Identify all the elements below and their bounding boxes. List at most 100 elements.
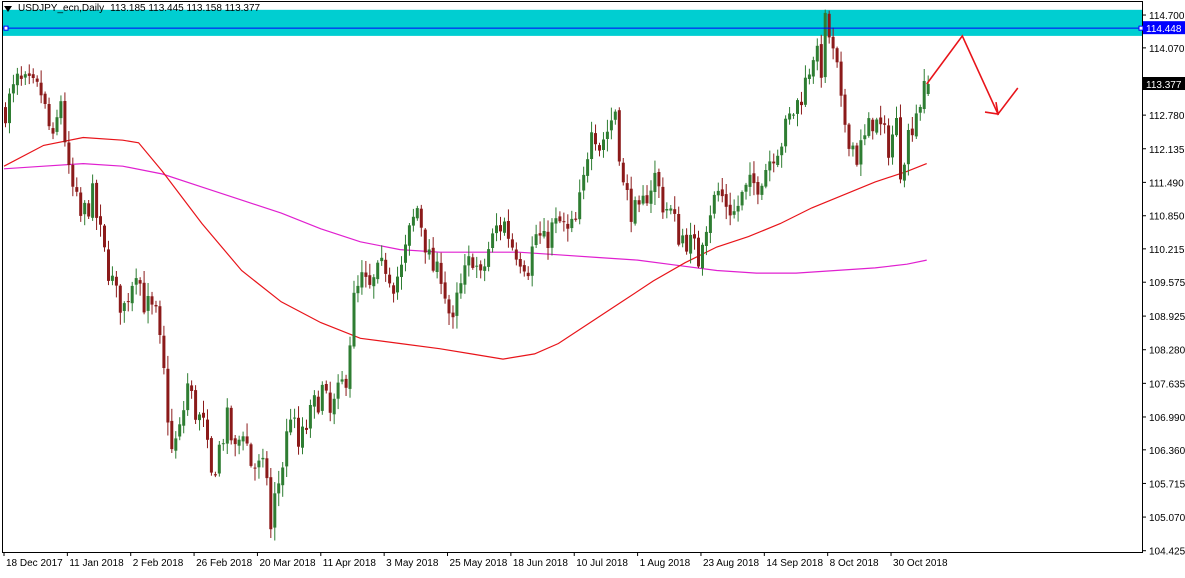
candle [372, 274, 376, 299]
candle-body [566, 223, 570, 229]
dropdown-triangle-icon[interactable] [4, 5, 12, 12]
candle-body [530, 246, 534, 276]
candle-body [396, 276, 399, 293]
time-tick-label: 11 Jan 2018 [69, 558, 124, 569]
candle [31, 68, 35, 84]
candle [297, 406, 300, 455]
candle [645, 185, 649, 206]
candle [4, 102, 7, 128]
candle-body [431, 247, 435, 271]
candle-body [154, 305, 158, 307]
candle-body [570, 218, 574, 229]
candle [641, 185, 645, 206]
plot-border [2, 1, 1143, 553]
candle-body [423, 229, 427, 253]
candle [87, 200, 91, 219]
candle-body [752, 173, 756, 184]
candle-body [87, 203, 91, 217]
candle-body [459, 283, 463, 294]
candle [455, 282, 459, 329]
candle-body [855, 145, 859, 165]
candle [609, 107, 613, 140]
candle [269, 468, 273, 538]
chart-window[interactable]: 114.700114.070113.425112.780112.135111.4… [0, 0, 1185, 573]
candle-body [273, 493, 277, 528]
candle-body [281, 467, 285, 486]
candle [67, 131, 71, 174]
candle [360, 260, 364, 295]
symbol-label: USDJPY_ecn,Daily [18, 3, 105, 14]
price-chart[interactable]: 114.700114.070113.425112.780112.135111.4… [0, 0, 1185, 573]
candle-body [851, 145, 855, 150]
candle-body [400, 264, 403, 277]
candle [134, 268, 138, 295]
candle-body [194, 390, 198, 420]
candle [447, 294, 451, 325]
candle-body [182, 410, 186, 426]
candle [471, 253, 475, 270]
time-tick-label: 8 Oct 2018 [830, 558, 879, 569]
candle-body [229, 407, 233, 441]
candle-body [320, 384, 324, 411]
candle-body [534, 234, 538, 245]
candle-body [859, 140, 863, 165]
candle-body [265, 458, 269, 479]
candle-body [661, 186, 665, 213]
candle-body [701, 244, 704, 269]
candle [784, 115, 788, 153]
candle [285, 418, 289, 477]
candle-body [277, 483, 281, 494]
candle-body [728, 204, 732, 216]
candle-body [807, 74, 811, 79]
candle [91, 174, 95, 221]
candle [352, 280, 356, 349]
candle-body [91, 183, 95, 218]
candle [114, 271, 118, 298]
candle [312, 390, 316, 419]
candle [879, 105, 883, 136]
time-tick-label: 11 Apr 2018 [323, 558, 377, 569]
candle [665, 202, 669, 219]
candle-body [732, 211, 736, 215]
candle-body [542, 231, 546, 237]
candle [855, 142, 859, 167]
candle-body [724, 194, 728, 207]
candle-body [4, 107, 7, 124]
candle [404, 234, 407, 272]
candle-body [134, 278, 138, 285]
price-tick-label: 110.850 [1149, 212, 1185, 223]
candle-body [471, 257, 475, 268]
candle-body [673, 209, 677, 214]
candle [514, 242, 518, 266]
candle-body [356, 285, 360, 294]
candle-body [883, 123, 887, 125]
candle-body [380, 257, 384, 262]
candle-body [146, 296, 150, 311]
candle-body [388, 274, 392, 284]
candle [815, 38, 819, 71]
candle [209, 436, 213, 476]
candle [198, 412, 201, 431]
candle-body [514, 249, 518, 260]
candle-body [43, 93, 47, 104]
candle [669, 205, 673, 215]
candle-body [261, 457, 265, 460]
candle [99, 204, 102, 237]
candle [213, 471, 217, 478]
candle [657, 168, 661, 198]
candle [340, 371, 344, 385]
candle-body [895, 118, 898, 136]
candle-body [598, 145, 601, 151]
candle-body [225, 407, 229, 444]
candle-body [190, 385, 194, 391]
candle-body [613, 111, 617, 120]
candle [839, 51, 843, 107]
candle [716, 182, 720, 202]
candle-body [926, 84, 930, 94]
candle [138, 277, 142, 296]
candle [570, 210, 574, 233]
candle-body [463, 265, 467, 285]
candle [653, 160, 657, 205]
candle [495, 213, 498, 242]
candle [364, 261, 368, 288]
